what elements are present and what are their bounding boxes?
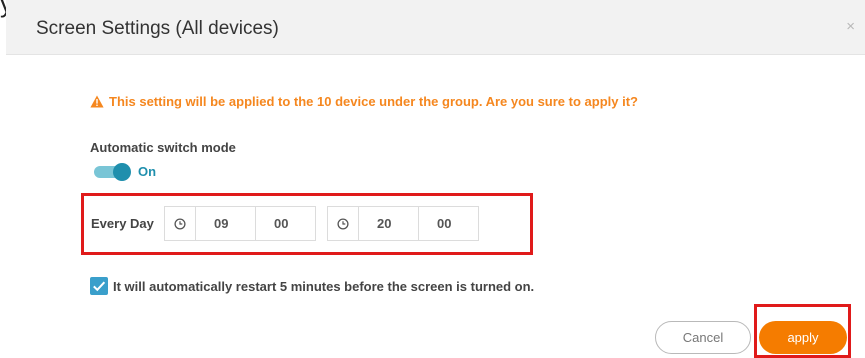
warning-triangle-icon	[90, 95, 104, 108]
schedule-highlight-box	[81, 193, 533, 255]
apply-highlight-box	[754, 304, 851, 358]
automatic-switch-toggle[interactable]	[94, 163, 132, 181]
cancel-button[interactable]: Cancel	[655, 321, 751, 354]
checkmark-icon	[93, 281, 106, 292]
warning-text: This setting will be applied to the 10 d…	[109, 94, 638, 109]
toggle-state-text: On	[138, 164, 157, 179]
warning-message: This setting will be applied to the 10 d…	[90, 94, 638, 109]
restart-checkbox[interactable]	[90, 277, 108, 295]
restart-option-label: It will automatically restart 5 minutes …	[113, 279, 535, 294]
toggle-knob	[113, 163, 131, 181]
modal-header: Screen Settings (All devices) ×	[6, 0, 865, 55]
modal-title: Screen Settings (All devices)	[36, 18, 279, 39]
automatic-switch-mode-label: Automatic switch mode	[90, 140, 236, 155]
close-icon[interactable]: ×	[846, 19, 855, 34]
